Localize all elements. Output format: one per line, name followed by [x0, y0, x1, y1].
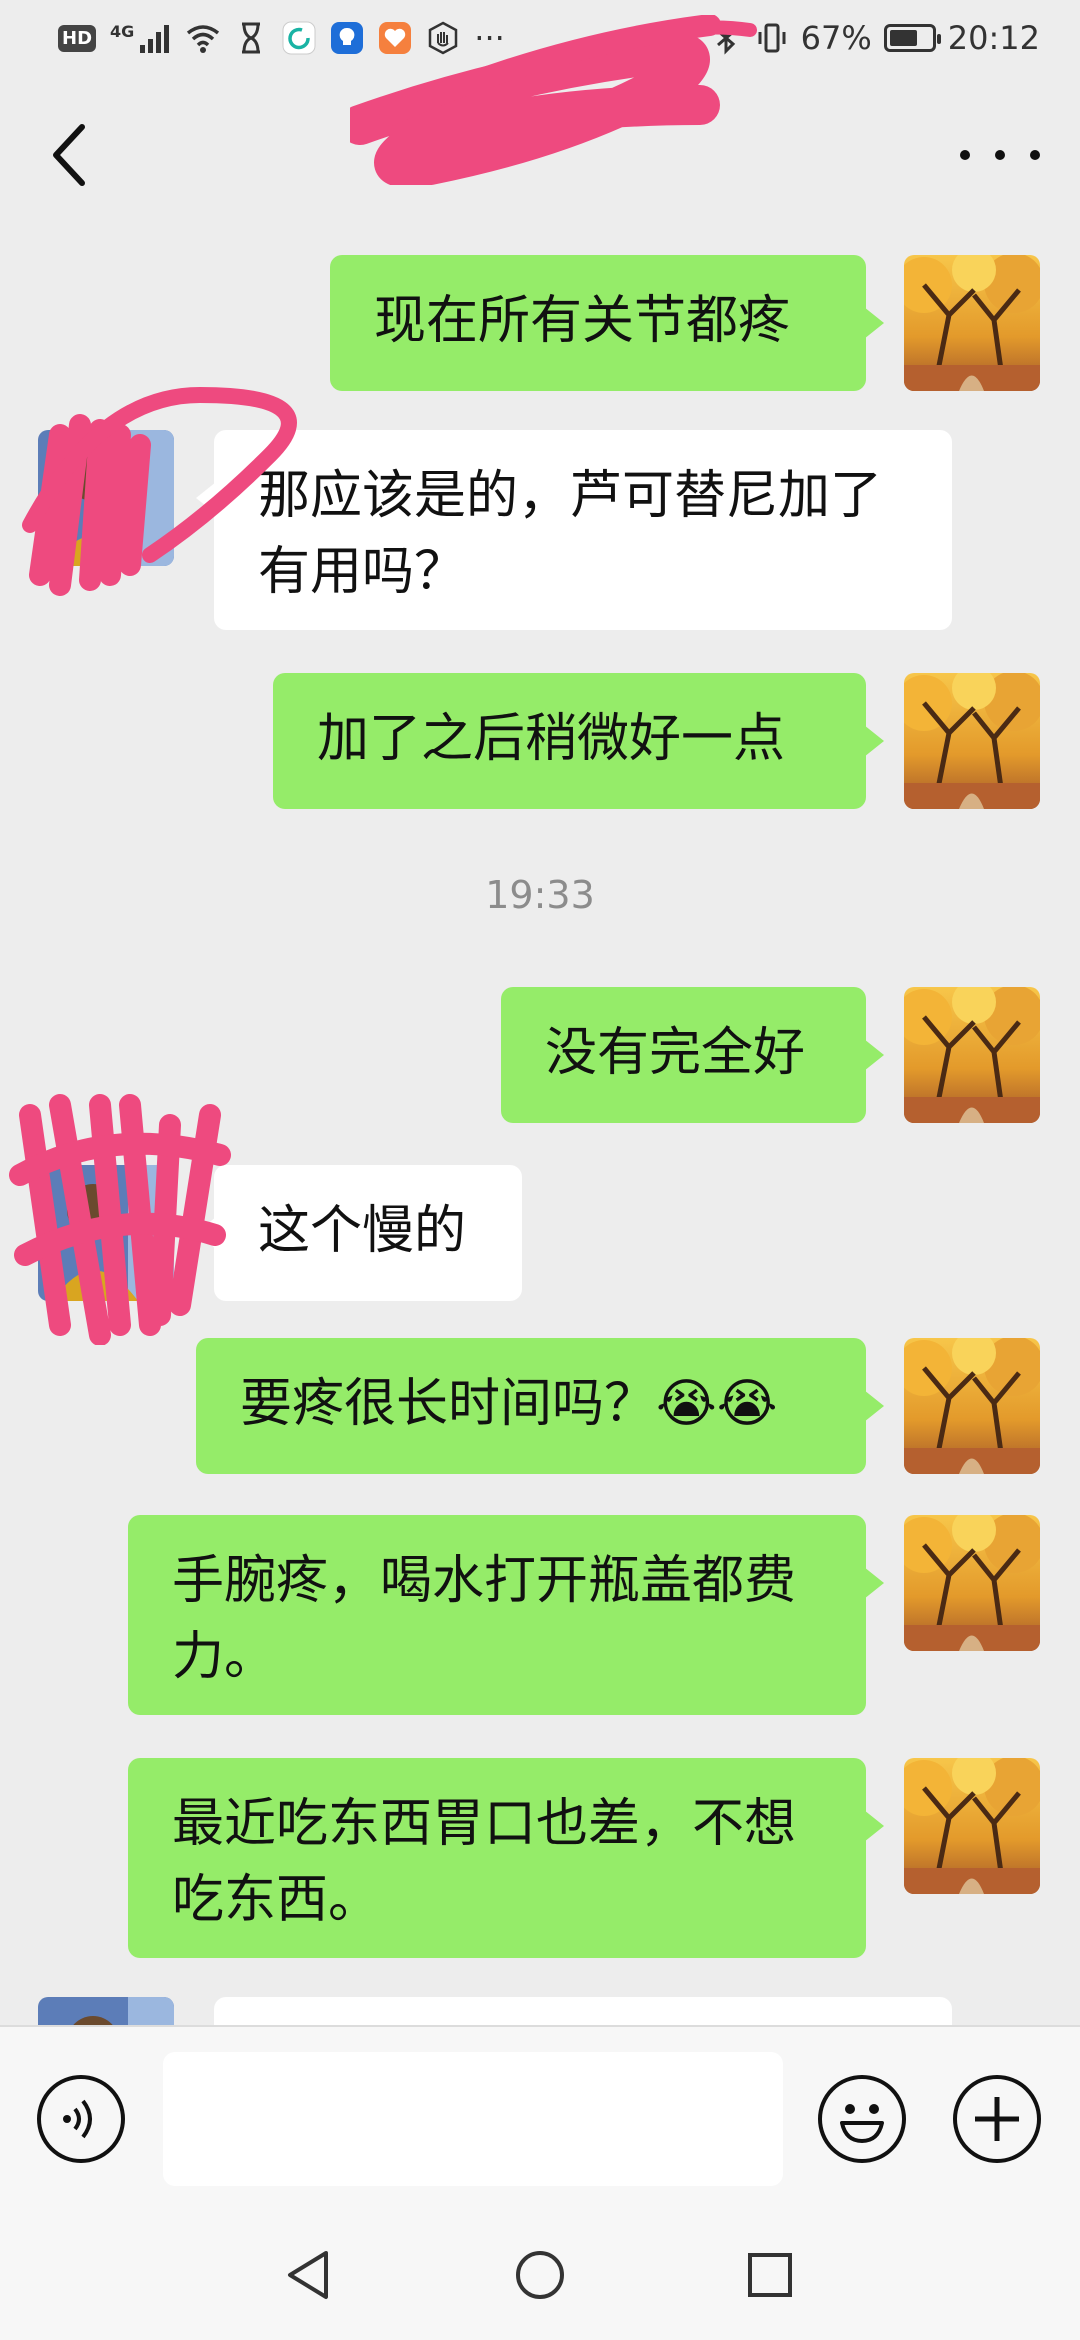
contact-avatar[interactable]: [38, 1165, 174, 1301]
timestamp: 19:33: [485, 873, 595, 917]
dot: [1030, 150, 1040, 160]
message-bubble[interactable]: 手腕疼，喝水打开瓶盖都费力。: [128, 1515, 884, 1715]
bulb-app-icon: [331, 22, 364, 54]
triangle-back-icon[interactable]: [280, 2245, 340, 2305]
more-options-icon[interactable]: [960, 125, 1040, 185]
battery-percent: 67%: [800, 19, 872, 57]
wifi-icon: [187, 25, 220, 53]
voice-icon[interactable]: [37, 2075, 125, 2163]
my-avatar[interactable]: [904, 987, 1040, 1123]
refresh-app-icon: [282, 21, 316, 55]
contact-avatar[interactable]: [38, 430, 174, 566]
hd-icon: HD: [58, 24, 97, 52]
contact-avatar[interactable]: [38, 1997, 174, 2025]
input-bar: [0, 2025, 1080, 2212]
message-bubble[interactable]: 加了之后稍微好一点: [273, 673, 884, 809]
chat-screen: HD 4G ··· 67% 20:12 现在所有关节都疼 那应该是的，芦可替尼加…: [0, 0, 1080, 2340]
square-recent-icon[interactable]: [740, 2245, 800, 2305]
message-bubble[interactable]: 现在所有关节都疼: [330, 255, 884, 391]
message-list[interactable]: 现在所有关节都疼 那应该是的，芦可替尼加了有用吗？ 加了之后稍微好一点 19:3…: [0, 235, 1080, 2025]
hourglass-icon: [242, 22, 261, 54]
plus-icon[interactable]: [953, 2075, 1041, 2163]
my-avatar[interactable]: [904, 1515, 1040, 1651]
clock: 20:12: [947, 19, 1040, 57]
signal-icon: [140, 25, 170, 53]
my-avatar[interactable]: [904, 255, 1040, 391]
message-bubble[interactable]: 没有完全好: [501, 987, 884, 1123]
battery-icon: [883, 24, 941, 52]
message-bubble[interactable]: 这个慢的: [196, 1165, 522, 1301]
status-right-icons: 67% 20:12: [709, 18, 1040, 58]
more-status-icons: ···: [474, 19, 505, 57]
message-bubble[interactable]: [214, 1997, 952, 2025]
emoji-icon[interactable]: [818, 2075, 906, 2163]
status-bar: HD 4G ··· 67% 20:12: [0, 0, 1080, 75]
hand-app-icon: [429, 21, 458, 55]
circle-home-icon[interactable]: [510, 2245, 570, 2305]
heart-app-icon: [379, 22, 412, 54]
back-chevron-icon[interactable]: [40, 115, 100, 195]
message-bubble[interactable]: 那应该是的，芦可替尼加了有用吗？: [196, 430, 952, 630]
message-bubble[interactable]: 要疼很长时间吗？😭😭: [196, 1338, 884, 1474]
dot: [960, 150, 970, 160]
system-navigation-bar: [0, 2210, 1080, 2340]
dot: [995, 150, 1005, 160]
my-avatar[interactable]: [904, 1338, 1040, 1474]
vibrate-icon: [758, 23, 786, 53]
message-bubble[interactable]: 最近吃东西胃口也差，不想吃东西。: [128, 1758, 884, 1958]
message-input[interactable]: [163, 2052, 783, 2186]
battery-fill: [889, 30, 917, 46]
my-avatar[interactable]: [904, 673, 1040, 809]
chat-title: [350, 135, 730, 185]
chat-header: [0, 15, 1080, 235]
network-type: 4G: [110, 21, 135, 41]
status-left-icons: HD 4G ···: [58, 18, 505, 58]
my-avatar[interactable]: [904, 1758, 1040, 1894]
bluetooth-icon: [716, 21, 735, 55]
